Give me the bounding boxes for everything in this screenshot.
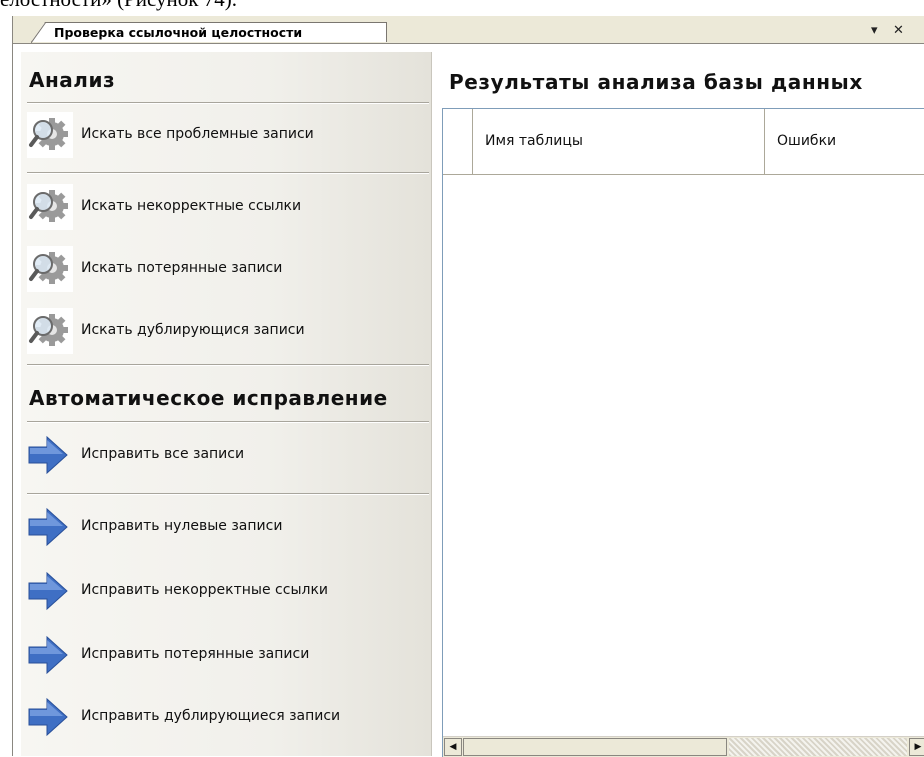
row-selector-header[interactable]: [443, 109, 473, 174]
tab-bar: Проверка ссылочной целостности ▾ ✕: [13, 16, 924, 44]
item-label: Искать дублирующися записи: [81, 322, 305, 338]
integrity-check-window: Проверка ссылочной целостности ▾ ✕ Анали…: [12, 16, 924, 757]
scrollbar-track[interactable]: [729, 738, 907, 756]
item-label: Исправить все записи: [81, 446, 245, 462]
item-label: Искать все проблемные записи: [81, 126, 314, 142]
scrollbar-thumb[interactable]: [463, 738, 727, 756]
fix-all-records-button[interactable]: Исправить все записи: [27, 432, 407, 478]
table-header: Имя таблицы Ошибки: [443, 109, 924, 175]
search-all-problem-records-button[interactable]: Искать все проблемные записи: [27, 112, 407, 158]
tab-close-icon[interactable]: ✕: [893, 23, 904, 39]
document-caption-fragment: елостности» (Рисунок 74).: [0, 0, 237, 14]
fix-lost-records-button[interactable]: Исправить потерянные записи: [27, 632, 407, 678]
separator: [27, 172, 429, 174]
scroll-left-icon[interactable]: ◀: [444, 738, 462, 756]
actions-panel: Анализ Искать все проблемные записи Иска…: [21, 52, 432, 756]
fix-duplicate-records-button[interactable]: Исправить дублирующиеся записи: [27, 694, 407, 740]
blue-arrow-right-icon: [27, 568, 73, 614]
tab-slant-decoration: [31, 22, 47, 43]
item-label: Искать некорректные ссылки: [81, 198, 302, 214]
blue-arrow-right-icon: [27, 694, 73, 740]
search-incorrect-links-button[interactable]: Искать некорректные ссылки: [27, 184, 407, 230]
separator: [27, 493, 429, 495]
auto-fix-heading: Автоматическое исправление: [29, 386, 388, 410]
column-header-table-name[interactable]: Имя таблицы: [473, 109, 765, 174]
blue-arrow-right-icon: [27, 632, 73, 678]
separator: [27, 364, 429, 366]
blue-arrow-right-icon: [27, 432, 73, 478]
results-table[interactable]: Имя таблицы Ошибки ◀ ▶: [442, 108, 924, 757]
column-header-errors[interactable]: Ошибки: [765, 109, 924, 174]
item-label: Исправить потерянные записи: [81, 646, 310, 662]
separator: [27, 102, 429, 104]
item-label: Искать потерянные записи: [81, 260, 283, 276]
results-panel: Результаты анализа базы данных Имя табли…: [441, 52, 924, 757]
search-duplicate-records-button[interactable]: Искать дублирующися записи: [27, 308, 407, 354]
gear-magnifier-icon: [27, 308, 73, 354]
search-lost-records-button[interactable]: Искать потерянные записи: [27, 246, 407, 292]
separator: [27, 421, 429, 423]
tab-menu-dropdown-icon[interactable]: ▾: [871, 23, 878, 39]
gear-magnifier-icon: [27, 246, 73, 292]
analysis-heading: Анализ: [29, 68, 116, 92]
content-area: Анализ Искать все проблемные записи Иска…: [13, 44, 924, 757]
horizontal-scrollbar[interactable]: ◀ ▶: [443, 736, 924, 757]
fix-incorrect-links-button[interactable]: Исправить некорректные ссылки: [27, 568, 407, 614]
blue-arrow-right-icon: [27, 504, 73, 550]
item-label: Исправить нулевые записи: [81, 518, 283, 534]
tab-integrity-check[interactable]: Проверка ссылочной целостности: [31, 22, 387, 42]
item-label: Исправить дублирующиеся записи: [81, 708, 341, 724]
item-label: Исправить некорректные ссылки: [81, 582, 329, 598]
results-title: Результаты анализа базы данных: [449, 70, 863, 94]
gear-magnifier-icon: [27, 112, 73, 158]
scroll-right-icon[interactable]: ▶: [909, 738, 924, 756]
gear-magnifier-icon: [27, 184, 73, 230]
fix-null-records-button[interactable]: Исправить нулевые записи: [27, 504, 407, 550]
